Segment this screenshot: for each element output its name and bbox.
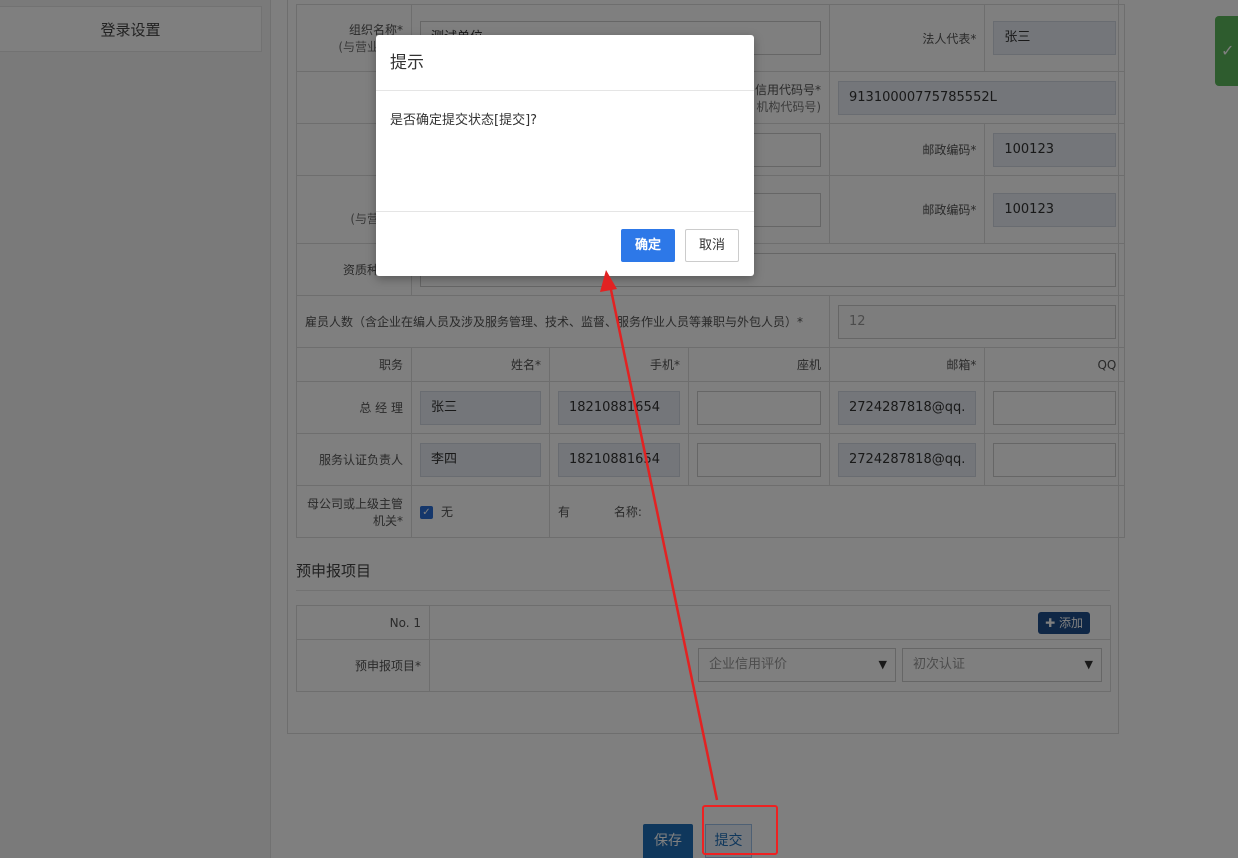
annotation-arrow	[600, 270, 719, 801]
